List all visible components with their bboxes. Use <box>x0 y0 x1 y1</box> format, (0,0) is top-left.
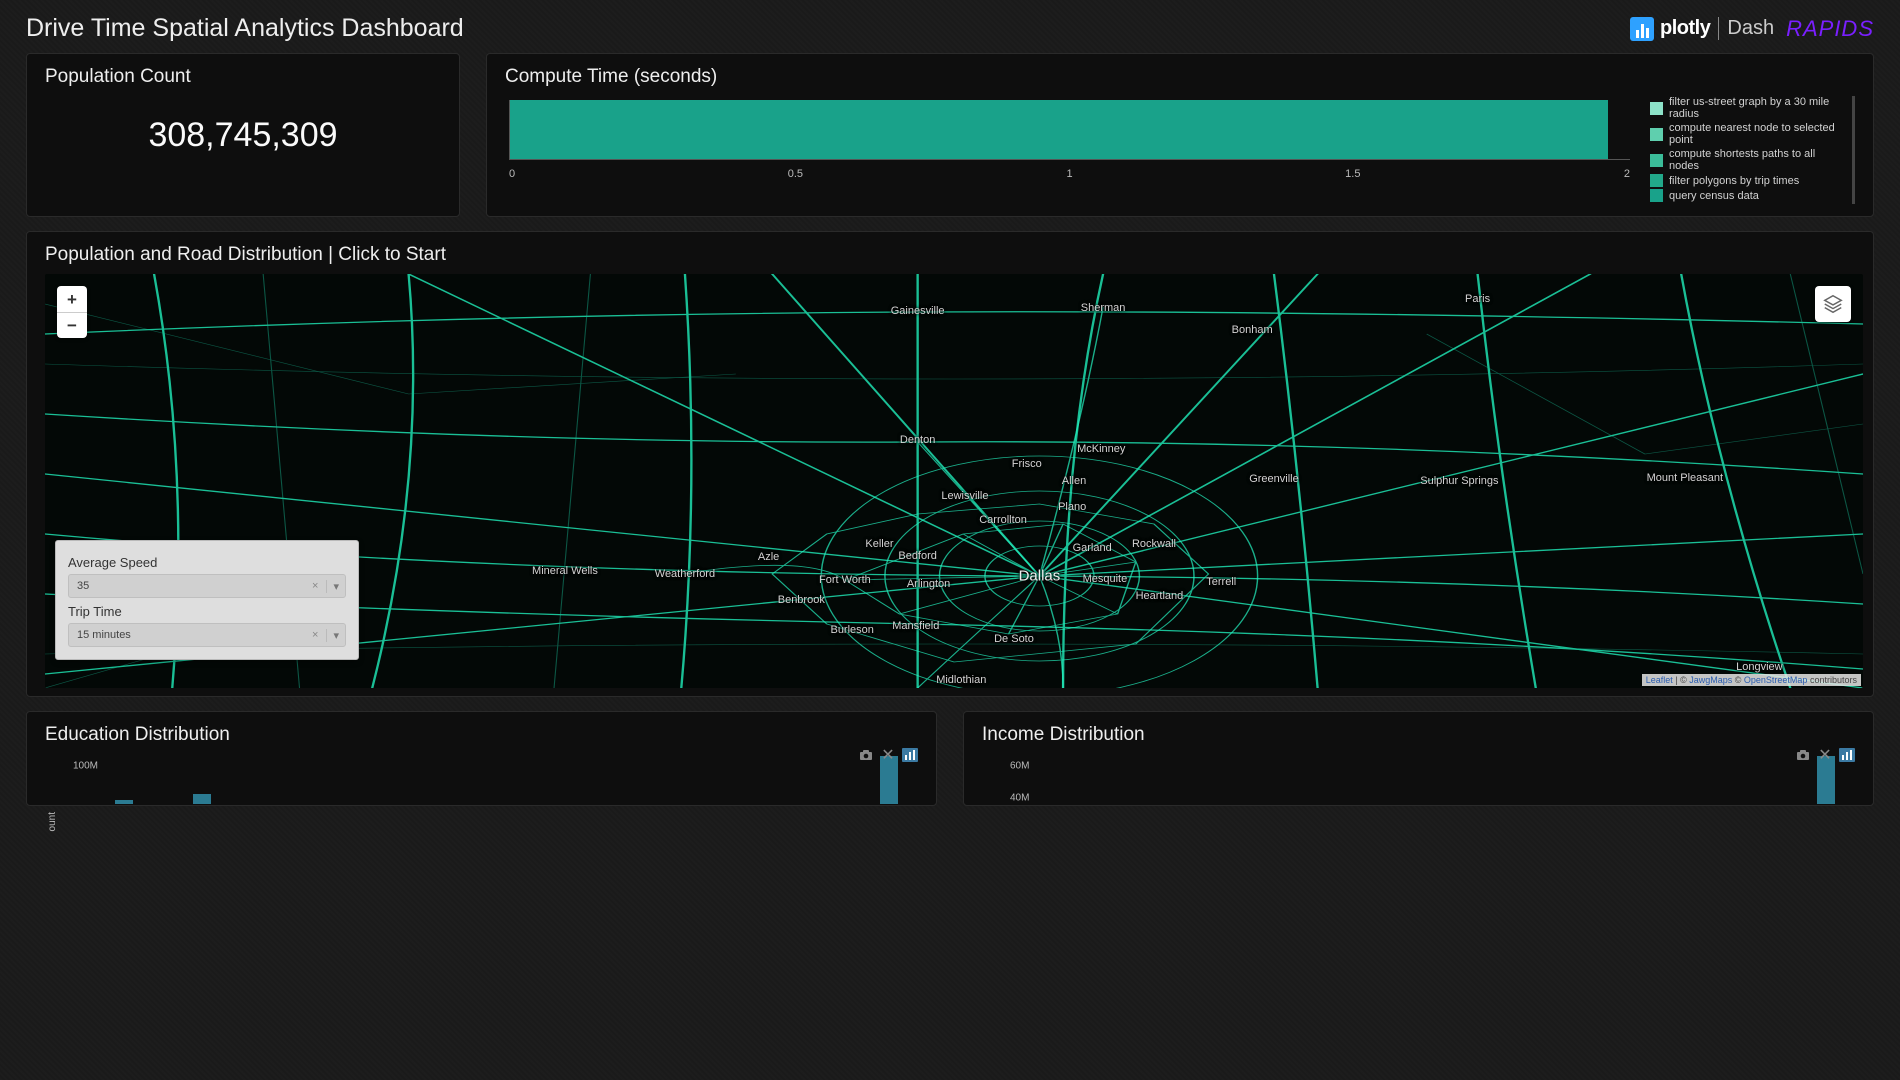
legend-swatch-icon <box>1650 174 1663 187</box>
education-card: Education Distribution ✕ ount 100M <box>26 711 937 806</box>
zoom-out-button[interactable]: − <box>57 312 87 338</box>
map-attribution: Leaflet | © JawgMaps © OpenStreetMap con… <box>1642 674 1861 686</box>
zoom-in-button[interactable]: + <box>57 286 87 312</box>
y-tick: 100M <box>73 761 98 772</box>
y-axis-label: ount <box>47 812 58 831</box>
legend-label: compute shortests paths to all nodes <box>1669 148 1846 172</box>
rapids-logo: RAPIDS <box>1786 16 1874 42</box>
plotly-word: plotly <box>1660 17 1710 40</box>
legend-label: query census data <box>1669 190 1759 202</box>
trip-time-value: 15 minutes <box>77 629 308 641</box>
close-axes-icon[interactable]: ✕ <box>880 748 896 762</box>
trip-time-select[interactable]: 15 minutes × ▾ <box>68 623 346 647</box>
avg-speed-select[interactable]: 35 × ▾ <box>68 574 346 598</box>
layers-icon <box>1822 293 1844 315</box>
legend-label: filter polygons by trip times <box>1669 175 1799 187</box>
compute-legend: filter us-street graph by a 30 mile radi… <box>1650 96 1855 204</box>
y-tick: 40M <box>1010 793 1029 804</box>
logo-group: plotly Dash RAPIDS <box>1630 16 1874 42</box>
plotly-bars-icon <box>1630 17 1654 41</box>
legend-swatch-icon <box>1650 128 1663 141</box>
population-count-value: 308,745,309 <box>45 96 441 179</box>
compute-card-title: Compute Time (seconds) <box>505 66 1855 88</box>
legend-label: filter us-street graph by a 30 mile radi… <box>1669 96 1846 120</box>
chevron-down-icon[interactable]: ▾ <box>326 580 339 593</box>
map-area[interactable]: DallasFort WorthArlingtonPlanoFriscoMcKi… <box>45 274 1863 688</box>
avg-speed-value: 35 <box>77 580 308 592</box>
camera-icon[interactable] <box>1795 748 1811 762</box>
income-chart[interactable]: 60M 40M <box>982 754 1855 804</box>
avg-speed-label: Average Speed <box>68 555 346 570</box>
compute-bar-fill <box>510 100 1608 159</box>
compute-time-card: Compute Time (seconds) 0 0.5 1 1.5 2 fil… <box>486 53 1874 217</box>
camera-icon[interactable] <box>858 748 874 762</box>
autoscale-icon[interactable] <box>902 748 918 762</box>
legend-label: compute nearest node to selected point <box>1669 122 1846 146</box>
layers-button[interactable] <box>1815 286 1851 322</box>
autoscale-icon[interactable] <box>1839 748 1855 762</box>
dash-word: Dash <box>1718 17 1774 40</box>
income-card-title: Income Distribution <box>982 724 1855 746</box>
legend-swatch-icon <box>1650 189 1663 202</box>
population-card: Population Count 308,745,309 <box>26 53 460 217</box>
legend-swatch-icon <box>1650 154 1663 167</box>
legend-swatch-icon <box>1650 102 1663 115</box>
zoom-control: + − <box>57 286 87 338</box>
education-chart[interactable]: ount 100M <box>45 754 918 804</box>
compute-x-axis: 0 0.5 1 1.5 2 <box>509 168 1630 180</box>
y-tick: 60M <box>1010 761 1029 772</box>
page-title: Drive Time Spatial Analytics Dashboard <box>26 14 464 43</box>
plotly-modebar: ✕ <box>858 748 918 762</box>
chevron-down-icon[interactable]: ▾ <box>326 629 339 642</box>
map-card-title: Population and Road Distribution | Click… <box>45 244 1863 266</box>
income-card: Income Distribution ✕ 60M 40M <box>963 711 1874 806</box>
close-axes-icon[interactable]: ✕ <box>1817 748 1833 762</box>
education-card-title: Education Distribution <box>45 724 918 746</box>
population-card-title: Population Count <box>45 66 441 88</box>
map-settings-panel: Average Speed 35 × ▾ Trip Time 15 minute… <box>55 540 359 660</box>
plotly-modebar: ✕ <box>1795 748 1855 762</box>
clear-icon[interactable]: × <box>308 580 322 592</box>
map-card: Population and Road Distribution | Click… <box>26 231 1874 697</box>
trip-time-label: Trip Time <box>68 604 346 619</box>
compute-bar-chart[interactable]: 0 0.5 1 1.5 2 <box>505 96 1630 204</box>
clear-icon[interactable]: × <box>308 629 322 641</box>
plotly-dash-logo: plotly Dash <box>1630 17 1774 41</box>
